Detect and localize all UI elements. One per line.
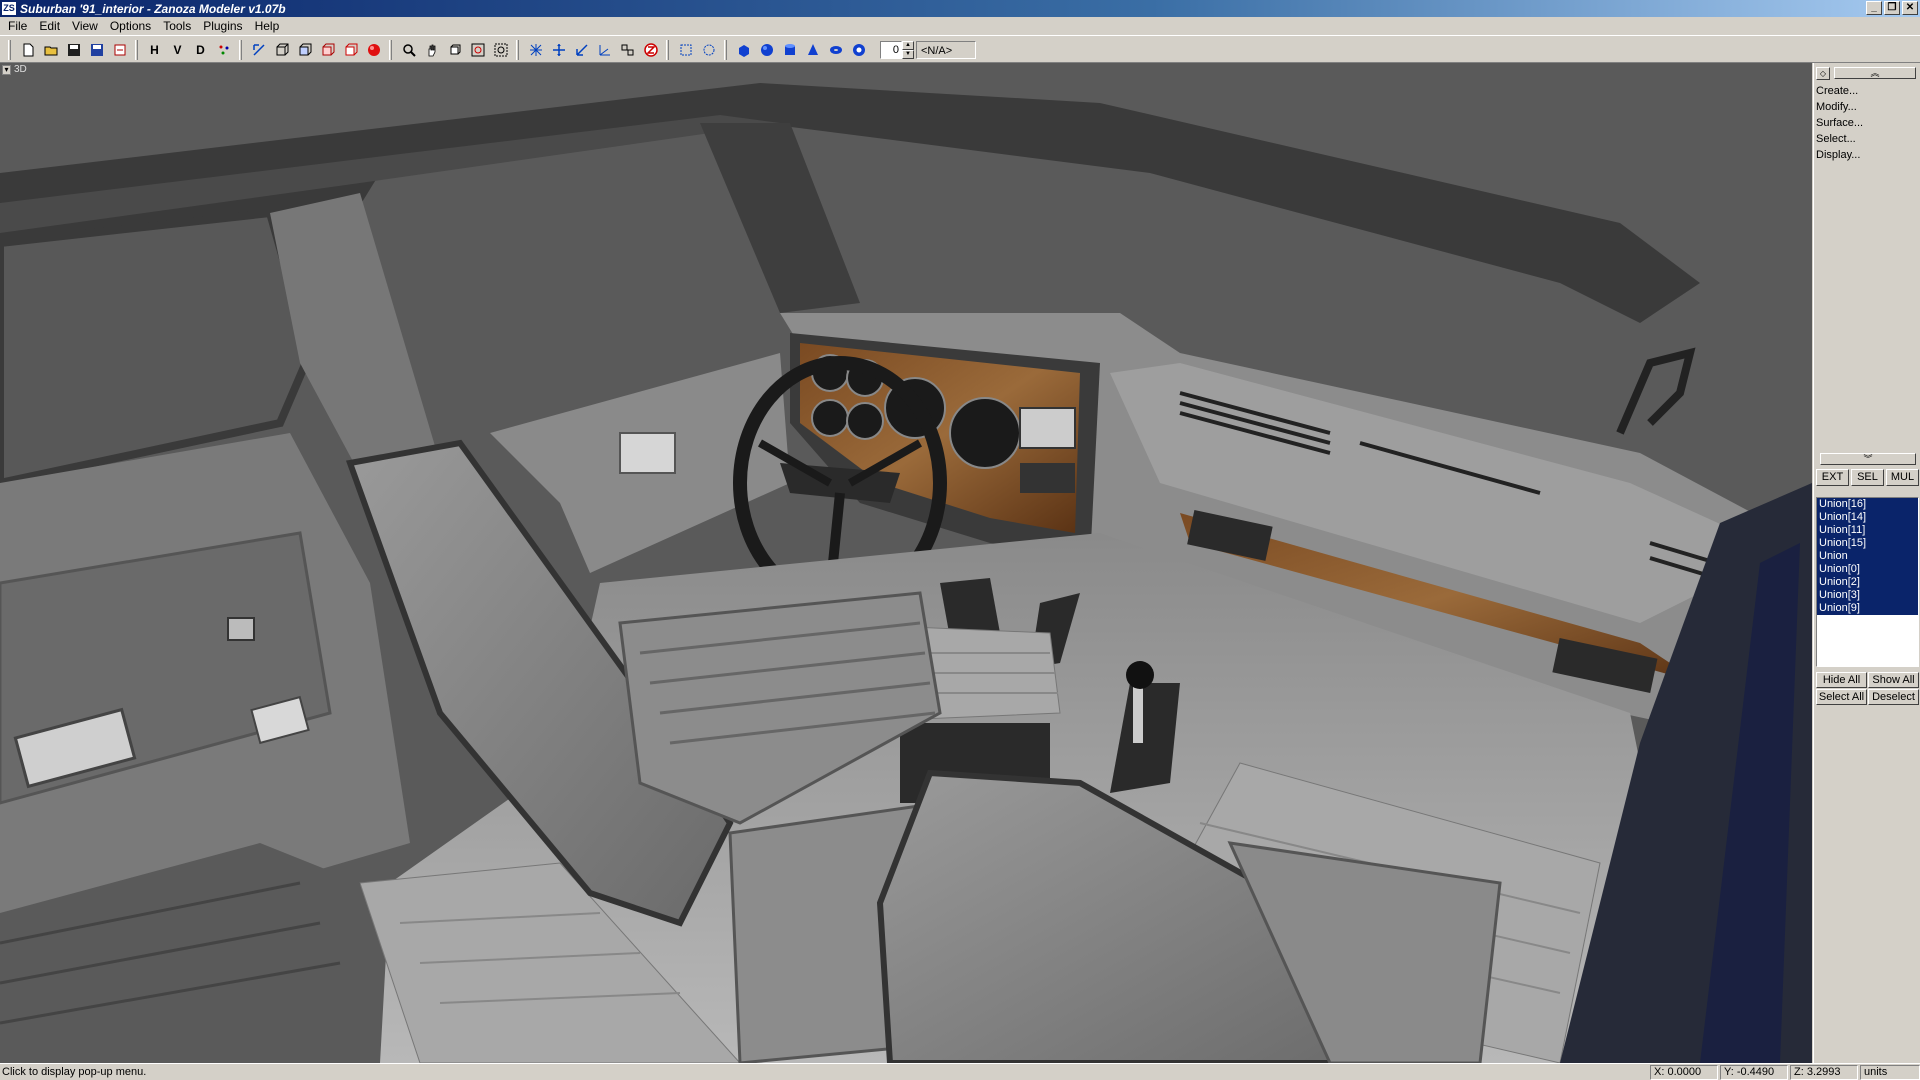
list-item[interactable]: Union[14] — [1817, 511, 1918, 524]
view-h-button[interactable]: H — [143, 39, 166, 61]
rotate-view-icon[interactable] — [443, 39, 466, 61]
coord-y: Y: -0.4490 — [1720, 1064, 1788, 1080]
3d-viewport[interactable]: ▾ 3D — [0, 63, 1812, 1063]
scroll-up-icon[interactable]: ︽ — [1834, 67, 1916, 79]
list-item[interactable]: Union[15] — [1817, 537, 1918, 550]
minimize-icon[interactable]: _ — [1866, 1, 1882, 15]
zoom-region-icon[interactable] — [489, 39, 512, 61]
menu-bar: File Edit View Options Tools Plugins Hel… — [0, 17, 1920, 36]
toolbar-grip[interactable] — [8, 39, 11, 60]
save-as-icon[interactable] — [85, 39, 108, 61]
cmd-display[interactable]: Display... — [1816, 147, 1920, 163]
import-icon[interactable] — [108, 39, 131, 61]
sphere-primitive-icon[interactable] — [755, 39, 778, 61]
object-list[interactable]: Union[16] Union[14] Union[11] Union[15] … — [1816, 497, 1919, 667]
cmd-select[interactable]: Select... — [1816, 131, 1920, 147]
axis-icon[interactable] — [593, 39, 616, 61]
open-file-icon[interactable] — [39, 39, 62, 61]
units-label: units — [1860, 1064, 1920, 1080]
zanoza-logo-icon[interactable] — [639, 39, 662, 61]
cone-primitive-icon[interactable] — [801, 39, 824, 61]
vertex-select-icon[interactable] — [524, 39, 547, 61]
cube-faces-icon[interactable] — [293, 39, 316, 61]
align-icon[interactable] — [616, 39, 639, 61]
title-bar: ZS Suburban '91_interior - Zanoza Modele… — [0, 0, 1920, 17]
list-item[interactable]: Union[3] — [1817, 589, 1918, 602]
toolbar-separator — [239, 39, 242, 60]
show-all-button[interactable]: Show All — [1868, 672, 1919, 688]
material-combo[interactable]: <N/A> — [916, 40, 976, 59]
torus-primitive-icon[interactable] — [824, 39, 847, 61]
status-message: Click to display pop-up menu. — [2, 1066, 147, 1078]
cube-smooth-icon[interactable] — [316, 39, 339, 61]
command-panel: ◇ ︽ Create... Modify... Surface... Selec… — [1813, 63, 1920, 1063]
spinner-input[interactable]: 0 — [880, 40, 902, 59]
cmd-surface[interactable]: Surface... — [1816, 115, 1920, 131]
app-icon: ZS — [2, 2, 16, 15]
viewport-menu-icon[interactable]: ▾ — [2, 64, 11, 75]
select-all-button[interactable]: Select All — [1816, 689, 1867, 705]
list-item[interactable]: Union[2] — [1817, 576, 1918, 589]
toolbar-separator — [135, 39, 138, 60]
spinner-up-icon[interactable]: ▲ — [902, 40, 914, 50]
mode-ext-button[interactable]: EXT — [1816, 469, 1849, 486]
list-item[interactable]: Union[11] — [1817, 524, 1918, 537]
cube-wire-icon[interactable] — [270, 39, 293, 61]
zoom-icon[interactable] — [397, 39, 420, 61]
new-file-icon[interactable] — [16, 39, 39, 61]
menu-file[interactable]: File — [2, 18, 33, 35]
panel-toggle-icon[interactable]: ◇ — [1816, 66, 1830, 80]
main-toolbar: H V D 0 ▲ ▼ <N/A> — [0, 37, 1920, 63]
mode-mul-button[interactable]: MUL — [1886, 469, 1919, 486]
list-item[interactable]: Union[0] — [1817, 563, 1918, 576]
viewport-label[interactable]: ▾ 3D — [2, 64, 27, 75]
select-tool-icon[interactable] — [247, 39, 270, 61]
coord-x: X: 0.0000 — [1650, 1064, 1718, 1080]
circle-select-icon[interactable] — [697, 39, 720, 61]
menu-plugins[interactable]: Plugins — [197, 18, 248, 35]
coord-z: Z: 3.2993 — [1790, 1064, 1858, 1080]
view-d-button[interactable]: D — [189, 39, 212, 61]
menu-help[interactable]: Help — [249, 18, 286, 35]
toolbar-separator — [516, 39, 519, 60]
save-icon[interactable] — [62, 39, 85, 61]
toolbar-separator — [666, 39, 669, 60]
zoom-extents-icon[interactable] — [466, 39, 489, 61]
cmd-modify[interactable]: Modify... — [1816, 99, 1920, 115]
cylinder-primitive-icon[interactable] — [778, 39, 801, 61]
menu-options[interactable]: Options — [104, 18, 157, 35]
menu-view[interactable]: View — [66, 18, 104, 35]
interior-render — [0, 83, 1812, 1063]
toolbar-separator — [724, 39, 727, 60]
list-item[interactable]: Union[9] — [1817, 602, 1918, 615]
spinner-down-icon[interactable]: ▼ — [902, 49, 914, 59]
rect-select-icon[interactable] — [674, 39, 697, 61]
view-v-button[interactable]: V — [166, 39, 189, 61]
list-item[interactable]: Union[16] — [1817, 498, 1918, 511]
pan-hand-icon[interactable] — [420, 39, 443, 61]
scroll-down-icon[interactable]: ︾ — [1820, 453, 1916, 465]
menu-edit[interactable]: Edit — [33, 18, 66, 35]
tube-primitive-icon[interactable] — [847, 39, 870, 61]
scatter-icon[interactable] — [212, 39, 235, 61]
toolbar-separator — [389, 39, 392, 60]
close-icon[interactable]: ✕ — [1902, 1, 1918, 15]
render-sphere-icon[interactable] — [362, 39, 385, 61]
menu-tools[interactable]: Tools — [157, 18, 197, 35]
cube-textured-icon[interactable] — [339, 39, 362, 61]
deselect-button[interactable]: Deselect — [1868, 689, 1919, 705]
window-title: Suburban '91_interior - Zanoza Modeler v… — [20, 1, 286, 16]
move-icon[interactable] — [547, 39, 570, 61]
hide-all-button[interactable]: Hide All — [1816, 672, 1867, 688]
restore-icon[interactable]: ❐ — [1884, 1, 1900, 15]
cmd-create[interactable]: Create... — [1816, 83, 1920, 99]
mode-sel-button[interactable]: SEL — [1851, 469, 1884, 486]
list-item[interactable]: Union — [1817, 550, 1918, 563]
scale-icon[interactable] — [570, 39, 593, 61]
box-primitive-icon[interactable] — [732, 39, 755, 61]
status-bar: Click to display pop-up menu. X: 0.0000 … — [0, 1063, 1920, 1080]
